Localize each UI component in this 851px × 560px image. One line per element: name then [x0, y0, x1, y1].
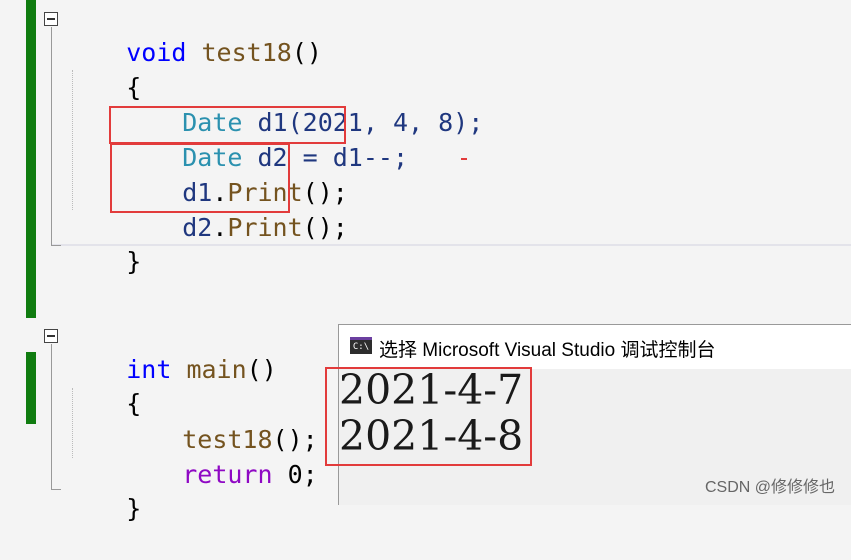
- var-d2: d2: [182, 213, 213, 242]
- code-line-close-brace: }: [66, 211, 141, 313]
- close-brace: }: [126, 494, 142, 523]
- call-end: ();: [302, 213, 348, 242]
- console-app-icon: C:\: [350, 337, 372, 354]
- fold-guide-end: [51, 489, 61, 490]
- parens: (): [291, 38, 322, 67]
- highlight-box-print-calls: [110, 143, 290, 213]
- change-indicator-bar: [26, 0, 36, 318]
- close-brace: }: [126, 247, 142, 276]
- fold-guide-line: [51, 344, 52, 490]
- fold-guide-end: [51, 245, 61, 246]
- console-title: 选择 Microsoft Visual Studio 调试控制台: [379, 340, 716, 361]
- highlight-box-output: [325, 367, 532, 466]
- fold-guide-line: [51, 27, 52, 246]
- watermark: CSDN @修修修也: [704, 479, 835, 496]
- function-name: main: [186, 355, 247, 384]
- keyword-return: return: [182, 460, 273, 489]
- parens: (): [246, 355, 277, 384]
- dot: .: [212, 213, 228, 242]
- code-line-close-brace: }: [66, 458, 141, 560]
- method-print: Print: [227, 213, 303, 242]
- code-line-return: return 0;: [122, 424, 318, 526]
- change-indicator-bar: [26, 352, 36, 424]
- collapse-toggle-icon[interactable]: [44, 12, 58, 26]
- function-name: test18: [201, 38, 292, 67]
- return-value: 0;: [272, 460, 318, 489]
- console-titlebar[interactable]: C:\ 选择 Microsoft Visual Studio 调试控制台: [339, 325, 851, 369]
- highlight-box-d2-decl: [109, 106, 346, 144]
- collapse-toggle-icon[interactable]: [44, 329, 58, 343]
- red-mark: [461, 158, 467, 160]
